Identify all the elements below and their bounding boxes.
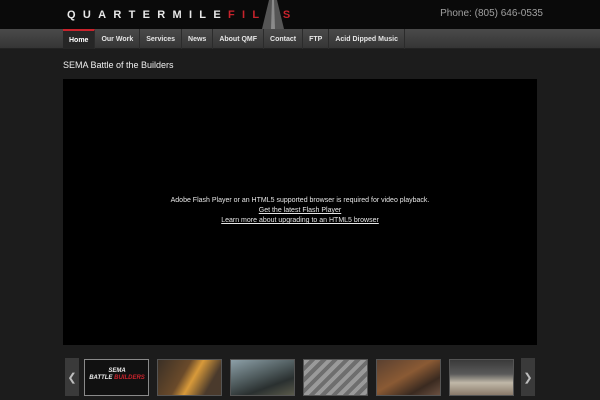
video-thumbnail[interactable]: SEMA BATTLE BUILDERS [84,359,149,396]
nav-item-news[interactable]: News [182,29,214,49]
main-nav-bar: Home Our Work Services News About QMF Co… [0,29,600,49]
main-nav: Home Our Work Services News About QMF Co… [63,29,405,49]
video-thumbnail[interactable] [303,359,368,396]
thumb-title-main: BATTLE [89,375,113,381]
page-title: SEMA Battle of the Builders [63,60,174,70]
video-player[interactable]: Adobe Flash Player or an HTML5 supported… [63,79,537,345]
carousel-next-button[interactable]: ❯ [521,358,535,396]
nav-item-contact[interactable]: Contact [264,29,304,49]
road-logo-icon [262,0,284,29]
video-thumbnail[interactable] [449,359,514,396]
nav-item-ftp[interactable]: FTP [303,29,330,49]
nav-item-our-work[interactable]: Our Work [95,29,141,49]
chevron-left-icon: ❮ [67,371,77,384]
nav-item-services[interactable]: Services [140,29,183,49]
header-bar: QUARTERMILE FILMS Phone: (805) 646-0535 [0,0,600,29]
nav-item-about[interactable]: About QMF [213,29,265,49]
player-message-text: Adobe Flash Player or an HTML5 supported… [170,197,430,204]
logo-text-white: QUARTERMILE [67,9,228,21]
flash-player-link[interactable]: Get the latest Flash Player [63,206,537,216]
thumbnail-title-art: SEMA BATTLE BUILDERS [89,368,145,382]
video-thumbnail[interactable] [376,359,441,396]
chevron-right-icon: ❯ [523,371,533,384]
phone-number: Phone: (805) 646-0535 [440,8,543,19]
html5-upgrade-link[interactable]: Learn more about upgrading to an HTML5 b… [63,216,537,226]
thumb-title-red: BUILDERS [114,375,145,381]
thumb-title-top: SEMA [108,368,126,374]
player-fallback-message: Adobe Flash Player or an HTML5 supported… [63,196,537,226]
video-thumbnail[interactable] [157,359,222,396]
nav-item-home[interactable]: Home [63,29,96,49]
nav-item-acid-dipped-music[interactable]: Acid Dipped Music [329,29,405,49]
video-thumbnail[interactable] [230,359,295,396]
carousel-prev-button[interactable]: ❮ [65,358,79,396]
